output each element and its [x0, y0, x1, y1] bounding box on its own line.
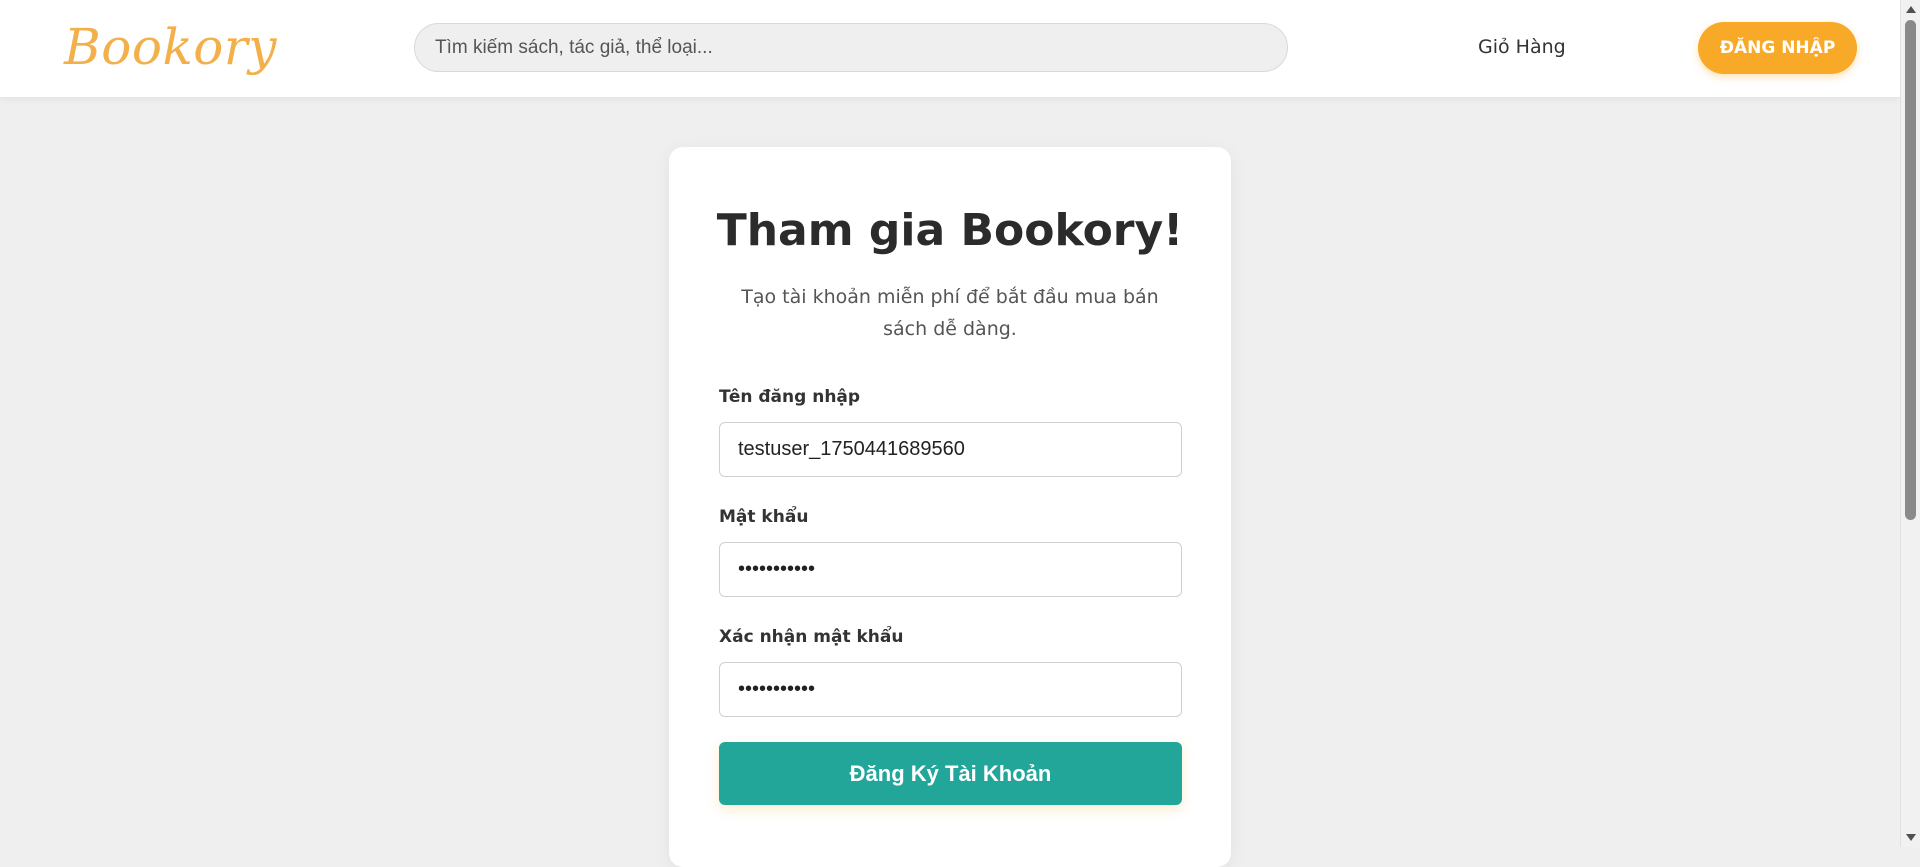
password-label: Mật khẩu — [719, 507, 809, 527]
page-scrollbar[interactable] — [1900, 0, 1920, 847]
search-input[interactable] — [414, 23, 1288, 72]
username-label: Tên đăng nhập — [719, 387, 861, 407]
scroll-thumb[interactable] — [1905, 20, 1916, 520]
register-subtitle: Tạo tài khoản miễn phí để bắt đầu mua bá… — [741, 286, 1159, 340]
password-field[interactable] — [719, 542, 1182, 597]
username-field[interactable] — [719, 422, 1182, 477]
scroll-down-icon[interactable] — [1906, 834, 1916, 841]
register-submit-button[interactable]: Đăng Ký Tài Khoản — [719, 742, 1182, 805]
register-title: Tham gia Bookory! — [716, 205, 1184, 256]
login-button[interactable]: ĐĂNG NHẬP — [1698, 22, 1857, 74]
bookory-logo[interactable]: Bookory — [64, 12, 277, 82]
confirm-password-label: Xác nhận mật khẩu — [719, 627, 904, 647]
cart-link[interactable]: Giỏ Hàng — [1478, 36, 1566, 58]
scroll-up-icon[interactable] — [1906, 6, 1916, 13]
top-header: Bookory Giỏ Hàng ĐĂNG NHẬP — [0, 0, 1900, 97]
confirm-password-field[interactable] — [719, 662, 1182, 717]
register-card: Tham gia Bookory! Tạo tài khoản miễn phí… — [669, 147, 1231, 867]
